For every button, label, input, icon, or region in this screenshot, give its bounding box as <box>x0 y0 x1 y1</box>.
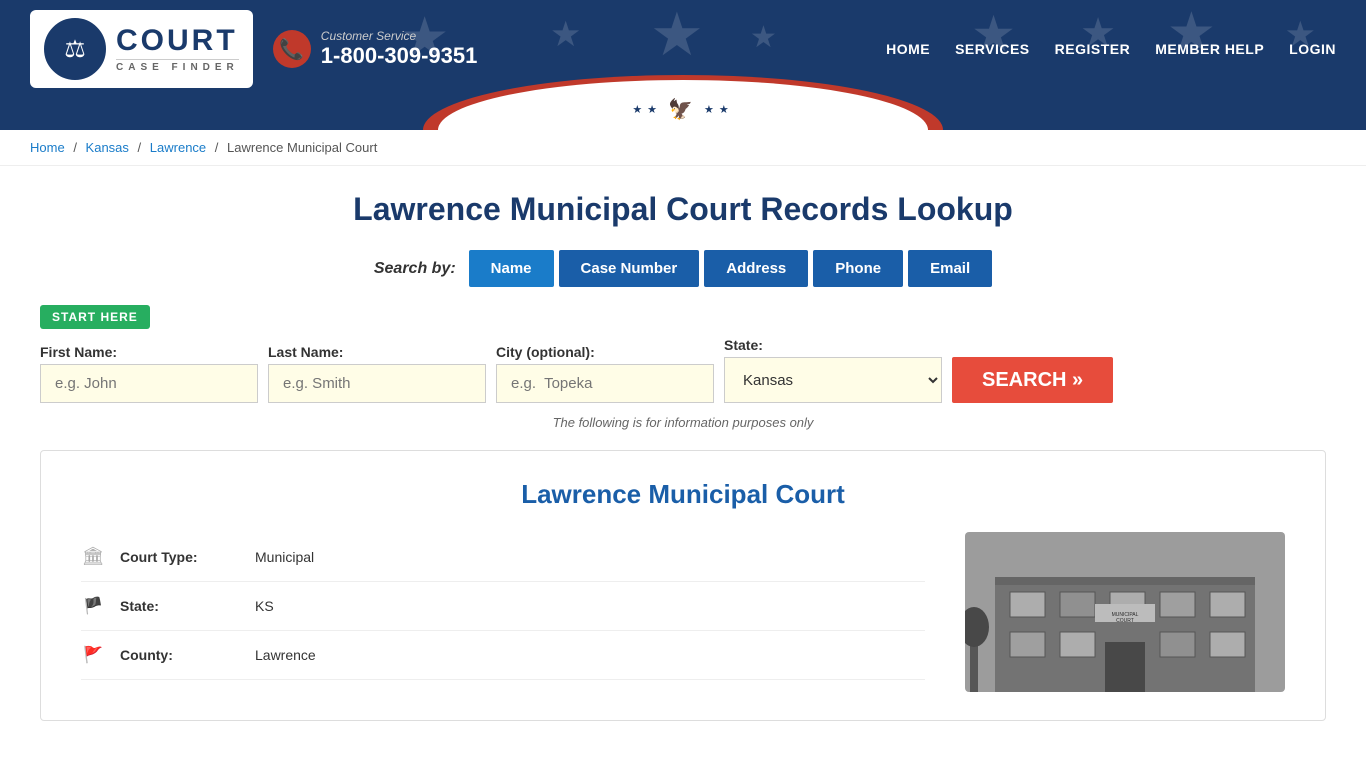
court-box-title: Lawrence Municipal Court <box>81 479 1285 510</box>
county-icon: 🚩 <box>81 645 105 665</box>
court-info-box: Lawrence Municipal Court 🏛 Court Type: M… <box>40 450 1326 721</box>
search-form: First Name: Last Name: City (optional): … <box>40 337 1326 403</box>
first-name-label: First Name: <box>40 344 258 360</box>
start-here-badge: START HERE <box>40 305 150 329</box>
breadcrumb-sep2: / <box>138 140 145 155</box>
last-name-label: Last Name: <box>268 344 486 360</box>
state-label: State: <box>724 337 942 353</box>
search-by-label: Search by: <box>374 260 456 278</box>
city-input[interactable] <box>496 364 714 403</box>
tab-case-number[interactable]: Case Number <box>559 250 700 287</box>
court-type-label: Court Type: <box>120 549 240 565</box>
nav-home[interactable]: HOME <box>886 41 930 57</box>
breadcrumb-sep1: / <box>73 140 80 155</box>
breadcrumb-sep3: / <box>215 140 222 155</box>
detail-row-state: 🏴 State: KS <box>81 582 925 631</box>
breadcrumb-lawrence[interactable]: Lawrence <box>150 140 206 155</box>
main-nav: HOME SERVICES REGISTER MEMBER HELP LOGIN <box>886 41 1336 57</box>
logo-area[interactable]: ⚖ COURT CASE FINDER <box>30 10 253 88</box>
state-detail-label: State: <box>120 598 240 614</box>
court-type-icon: 🏛 <box>81 546 105 567</box>
nav-member-help[interactable]: MEMBER HELP <box>1155 41 1264 57</box>
state-detail-value: KS <box>255 598 274 614</box>
detail-row-court-type: 🏛 Court Type: Municipal <box>81 532 925 582</box>
county-value: Lawrence <box>255 647 316 663</box>
breadcrumb-kansas[interactable]: Kansas <box>86 140 129 155</box>
phone-area: 📞 Customer Service 1-800-309-9351 <box>273 29 478 69</box>
header-wave: ★★ 🦅 ★★ <box>0 98 1366 130</box>
last-name-group: Last Name: <box>268 344 486 403</box>
tab-phone[interactable]: Phone <box>813 250 903 287</box>
tab-name[interactable]: Name <box>469 250 554 287</box>
phone-number: 1-800-309-9351 <box>321 43 478 69</box>
nav-login[interactable]: LOGIN <box>1289 41 1336 57</box>
logo-court-text: COURT <box>116 26 239 56</box>
first-name-group: First Name: <box>40 344 258 403</box>
court-image: MUNICIPAL COURT <box>965 532 1285 692</box>
breadcrumb-home[interactable]: Home <box>30 140 65 155</box>
breadcrumb: Home / Kansas / Lawrence / Lawrence Muni… <box>0 130 1366 166</box>
page-title: Lawrence Municipal Court Records Lookup <box>40 191 1326 228</box>
nav-register[interactable]: REGISTER <box>1055 41 1131 57</box>
search-by-row: Search by: Name Case Number Address Phon… <box>40 250 1326 287</box>
court-building-image: MUNICIPAL COURT <box>965 532 1285 692</box>
state-group: State: Kansas Alabama Alaska Arizona Ark… <box>724 337 942 403</box>
court-details: 🏛 Court Type: Municipal 🏴 State: KS 🚩 Co… <box>81 532 925 680</box>
court-type-value: Municipal <box>255 549 314 565</box>
main-content: Lawrence Municipal Court Records Lookup … <box>0 166 1366 761</box>
site-header: ★ ★ ★ ★ ★ ★ ★ ★ ⚖ COURT CASE FINDER 📞 Cu… <box>0 0 1366 130</box>
detail-row-county: 🚩 County: Lawrence <box>81 631 925 680</box>
city-label: City (optional): <box>496 344 714 360</box>
county-label: County: <box>120 647 240 663</box>
search-button[interactable]: SEARCH » <box>952 357 1113 403</box>
city-group: City (optional): <box>496 344 714 403</box>
customer-service-label: Customer Service <box>321 29 478 43</box>
tab-address[interactable]: Address <box>704 250 808 287</box>
phone-icon: 📞 <box>273 30 311 68</box>
eagle-stars: ★★ 🦅 ★★ <box>632 97 733 127</box>
state-select[interactable]: Kansas Alabama Alaska Arizona Arkansas C… <box>724 357 942 403</box>
nav-services[interactable]: SERVICES <box>955 41 1030 57</box>
search-form-area: START HERE First Name: Last Name: City (… <box>40 305 1326 403</box>
breadcrumb-current: Lawrence Municipal Court <box>227 140 377 155</box>
tab-email[interactable]: Email <box>908 250 992 287</box>
first-name-input[interactable] <box>40 364 258 403</box>
logo-sub-text: CASE FINDER <box>116 59 239 73</box>
info-note: The following is for information purpose… <box>40 415 1326 430</box>
last-name-input[interactable] <box>268 364 486 403</box>
logo-icon: ⚖ <box>44 18 106 80</box>
state-icon: 🏴 <box>81 596 105 616</box>
